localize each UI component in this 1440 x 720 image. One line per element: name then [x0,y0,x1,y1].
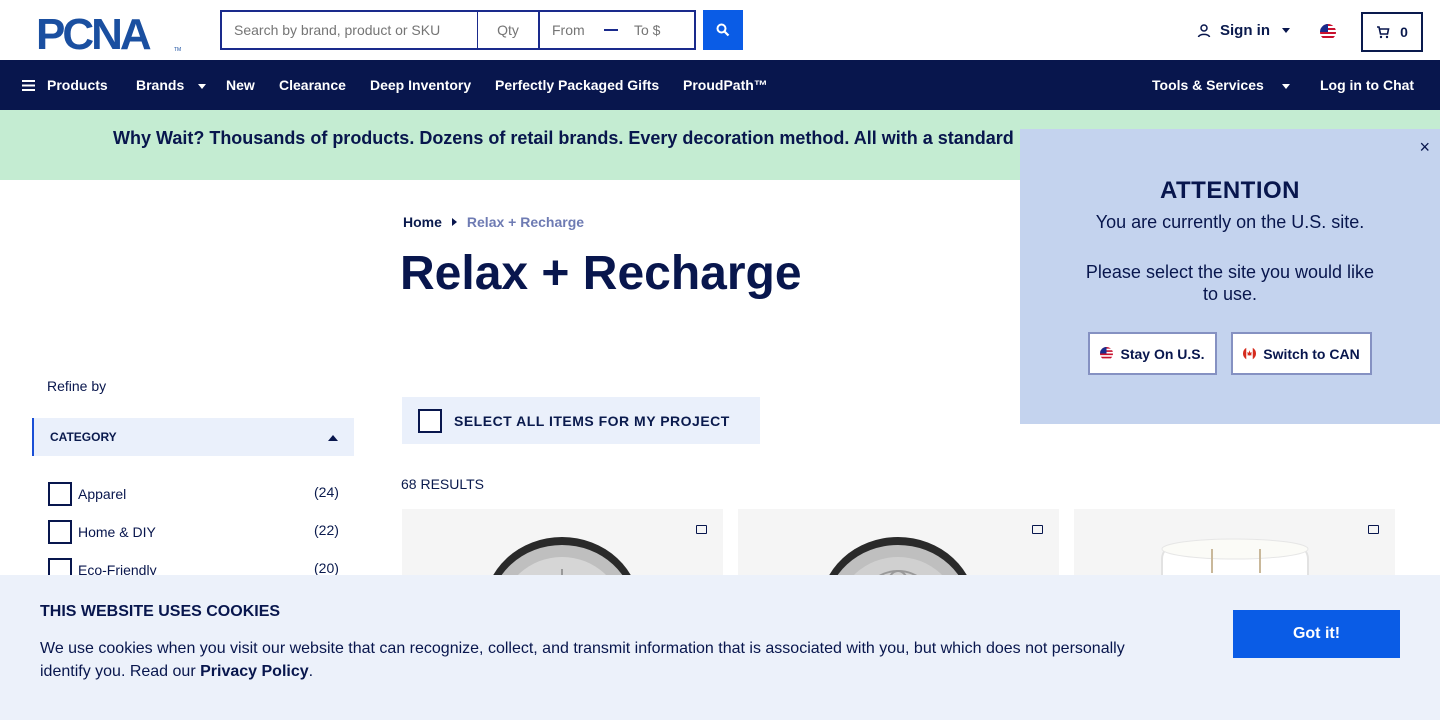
privacy-policy-link[interactable]: Privacy Policy [200,663,309,680]
dialog-prompt: Please select the site you would like to… [1085,262,1375,304]
search-input[interactable] [222,12,478,48]
nav-proudpath[interactable]: ProudPath™ [683,60,768,110]
category-checkbox[interactable] [48,482,72,506]
select-all-items[interactable]: SELECT ALL ITEMS FOR MY PROJECT [402,397,760,444]
switch-can-label: Switch to CAN [1263,345,1360,362]
category-checkbox[interactable] [48,520,72,544]
chevron-down-icon [1281,83,1290,89]
nav-chat[interactable]: Log in to Chat [1320,60,1414,110]
price-dash [604,29,618,31]
user-icon [1197,23,1211,37]
qty-input[interactable] [478,12,540,48]
pcna-logo[interactable]: PCNA TM [36,12,186,54]
nav-gifts[interactable]: Perfectly Packaged Gifts [495,60,659,110]
cart-count: 0 [1400,24,1408,40]
nav-proudpath-label: ProudPath™ [683,77,768,93]
canada-flag-icon [1243,347,1257,360]
chevron-down-icon [198,83,207,89]
folder-icon[interactable] [696,525,707,534]
price-range [540,12,694,48]
cart-icon [1377,26,1390,39]
nav-clearance[interactable]: Clearance [279,60,346,110]
switch-can-button[interactable]: Switch to CAN [1231,332,1372,375]
cookie-text-end: . [308,663,314,680]
nav-brands-label: Brands [136,77,185,93]
cart-button[interactable]: 0 [1361,12,1423,52]
chevron-down-icon [1282,28,1290,33]
nav-chat-label: Log in to Chat [1320,77,1415,93]
signin-label: Sign in [1220,22,1270,39]
signin-menu[interactable]: Sign in [1196,22,1290,39]
category-item-apparel[interactable]: Apparel [48,482,126,506]
results-count: 68 RESULTS [401,476,484,492]
nav-tools-label: Tools & Services [1152,77,1264,93]
breadcrumb-home[interactable]: Home [403,214,442,230]
us-flag-icon [1100,347,1114,360]
search-button[interactable] [703,10,743,50]
select-all-checkbox[interactable] [418,408,442,433]
chevron-up-icon [328,435,338,441]
category-item-label: Apparel [78,486,127,502]
breadcrumb-current: Relax + Recharge [466,214,585,230]
breadcrumb: Home Relax + Recharge [403,214,584,230]
dialog-title: ATTENTION [1159,177,1301,204]
category-item-count: (22) [314,522,339,538]
price-to-input[interactable] [622,12,682,48]
select-all-label: SELECT ALL ITEMS FOR MY PROJECT [454,412,730,429]
category-item-count: (20) [314,560,339,576]
promo-banner-text: Why Wait? Thousands of products. Dozens … [113,128,1014,148]
stay-us-button[interactable]: Stay On U.S. [1088,332,1217,375]
dialog-message: You are currently on the U.S. site. [1095,212,1365,232]
nav-new[interactable]: New [226,60,255,110]
folder-icon[interactable] [1032,525,1043,534]
category-item-home-diy[interactable]: Home & DIY [48,520,156,544]
cookie-text-block: We use cookies when you visit our websit… [40,637,1150,683]
nav-deep-inventory[interactable]: Deep Inventory [370,60,471,110]
nav-clearance-label: Clearance [279,77,346,93]
refine-label: Refine by [47,378,107,394]
folder-icon[interactable] [1368,525,1379,534]
cookie-banner: THIS WEBSITE USES COOKIES We use cookies… [0,575,1440,720]
nav-products-label: Products [47,77,108,93]
svg-text:TM: TM [174,47,181,53]
search-bar [220,10,696,50]
nav-new-label: New [226,77,255,93]
site-select-dialog: × ATTENTION You are currently on the U.S… [1020,129,1440,424]
svg-text:PCNA: PCNA [36,12,151,54]
category-filter-toggle[interactable]: CATEGORY [32,418,354,456]
category-filter-label: CATEGORY [50,430,117,444]
category-item-label: Home & DIY [78,524,156,540]
main-nav: Products Brands New Clearance Deep Inven… [0,60,1440,110]
page-title: Relax + Recharge [400,247,802,300]
chevron-right-icon [451,218,457,226]
close-icon[interactable]: × [1419,137,1430,158]
stay-us-label: Stay On U.S. [1120,345,1205,362]
nav-products[interactable]: Products [22,60,108,110]
nav-brands[interactable]: Brands [136,60,207,110]
page-root: PCNA TM Sign in [0,0,1440,720]
category-item-count: (24) [314,484,339,500]
us-flag-icon[interactable] [1320,24,1336,40]
price-from-input[interactable] [540,12,600,48]
accept-cookies-button[interactable]: Got it! [1233,610,1400,658]
cookie-title: THIS WEBSITE USES COOKIES [40,603,281,620]
hamburger-icon [22,79,35,91]
nav-deep-inventory-label: Deep Inventory [370,77,472,93]
search-icon [716,23,730,37]
nav-tools[interactable]: Tools & Services [1152,60,1290,110]
site-header: PCNA TM Sign in [0,0,1440,60]
nav-gifts-label: Perfectly Packaged Gifts [495,77,660,93]
